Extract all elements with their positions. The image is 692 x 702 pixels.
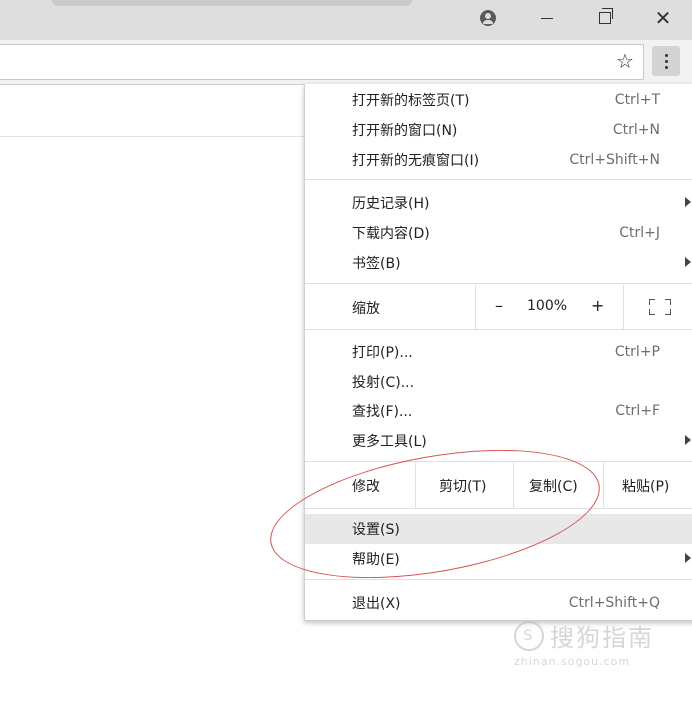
minimize-button[interactable] — [524, 0, 570, 36]
paste-button[interactable]: 粘贴(P) — [622, 476, 669, 496]
browser-toolbar: ☆ — [0, 40, 692, 85]
menu-item-downloads[interactable]: 下载内容(D) Ctrl+J — [305, 218, 692, 248]
menu-item-label: 打开新的窗口(N) — [352, 123, 458, 139]
zoom-row: 缩放 – 100% + — [305, 285, 692, 329]
menu-separator — [305, 179, 692, 180]
zoom-label: 缩放 — [352, 301, 380, 317]
menu-item-print[interactable]: 打印(P)... Ctrl+P — [305, 337, 692, 367]
menu-item-more-tools[interactable]: 更多工具(L) — [305, 426, 692, 456]
menu-item-shortcut: Ctrl+N — [612, 122, 660, 138]
address-bar[interactable] — [0, 44, 644, 80]
menu-item-shortcut: Ctrl+T — [614, 92, 660, 108]
zoom-in-button[interactable]: + — [591, 296, 604, 315]
menu-item-exit[interactable]: 退出(X) Ctrl+Shift+Q — [305, 588, 692, 618]
cut-button[interactable]: 剪切(T) — [439, 476, 486, 496]
copy-button[interactable]: 复制(C) — [529, 476, 578, 496]
menu-item-label: 帮助(E) — [352, 552, 400, 568]
menu-item-cast[interactable]: 投射(C)... — [305, 367, 692, 397]
menu-item-new-incognito-window[interactable]: 打开新的无痕窗口(I) Ctrl+Shift+N — [305, 145, 692, 175]
restore-icon — [599, 8, 613, 24]
edit-label: 修改 — [352, 479, 380, 495]
menu-item-new-window[interactable]: 打开新的窗口(N) Ctrl+N — [305, 115, 692, 145]
menu-item-label: 投射(C)... — [352, 375, 415, 391]
menu-item-label: 打印(P)... — [352, 345, 413, 361]
menu-item-shortcut: Ctrl+Shift+Q — [568, 595, 660, 611]
watermark-url: zhinan.sogou.com — [514, 655, 631, 668]
edit-row: 修改 剪切(T) 复制(C) 粘贴(P) — [305, 462, 692, 508]
profile-button[interactable] — [465, 0, 511, 36]
bookmark-star-button[interactable]: ☆ — [612, 48, 638, 74]
menu-item-label: 下载内容(D) — [352, 226, 430, 242]
close-icon: ✕ — [654, 6, 672, 30]
menu-item-shortcut: Ctrl+P — [614, 344, 660, 360]
menu-item-settings[interactable]: 设置(S) — [305, 514, 692, 544]
zoom-out-button[interactable]: – — [495, 296, 503, 315]
menu-item-label: 退出(X) — [352, 596, 401, 612]
menu-item-bookmarks[interactable]: 书签(B) — [305, 248, 692, 278]
page-divider — [0, 136, 320, 137]
menu-separator — [305, 329, 692, 330]
submenu-arrow-icon — [685, 197, 691, 207]
menu-item-label: 打开新的无痕窗口(I) — [352, 153, 480, 169]
profile-icon — [480, 10, 496, 26]
menu-item-label: 打开新的标签页(T) — [352, 93, 470, 109]
menu-item-history[interactable]: 历史记录(H) — [305, 188, 692, 218]
menu-item-label: 历史记录(H) — [352, 196, 430, 212]
watermark: S 搜狗指南 zhinan.sogou.com — [514, 618, 654, 668]
submenu-arrow-icon — [685, 553, 691, 563]
menu-item-shortcut: Ctrl+F — [615, 403, 660, 419]
menu-item-label: 书签(B) — [352, 256, 401, 272]
zoom-level: 100% — [527, 298, 568, 314]
menu-separator — [305, 579, 692, 580]
close-button[interactable]: ✕ — [640, 0, 686, 36]
star-icon: ☆ — [616, 49, 634, 73]
submenu-arrow-icon — [685, 435, 691, 445]
menu-item-find[interactable]: 查找(F)... Ctrl+F — [305, 396, 692, 426]
menu-item-label: 查找(F)... — [352, 404, 413, 420]
menu-item-new-tab[interactable]: 打开新的标签页(T) Ctrl+T — [305, 85, 692, 115]
menu-item-label: 更多工具(L) — [352, 434, 427, 450]
restore-button[interactable] — [582, 0, 628, 36]
sogou-logo-icon: S — [514, 620, 544, 651]
more-vert-icon — [664, 53, 668, 57]
chrome-main-menu: 打开新的标签页(T) Ctrl+T 打开新的窗口(N) Ctrl+N 打开新的无… — [304, 84, 692, 621]
menu-item-help[interactable]: 帮助(E) — [305, 544, 692, 574]
menu-separator — [305, 508, 692, 509]
fullscreen-icon[interactable] — [649, 299, 671, 315]
watermark-text: 搜狗指南 — [550, 624, 654, 652]
submenu-arrow-icon — [685, 257, 691, 267]
menu-item-label: 设置(S) — [352, 522, 400, 538]
menu-item-shortcut: Ctrl+Shift+N — [569, 152, 660, 168]
title-bar: ✕ — [0, 0, 692, 40]
minimize-icon — [541, 17, 553, 19]
tab-strip — [52, 0, 412, 6]
menu-item-shortcut: Ctrl+J — [619, 225, 660, 241]
menu-button[interactable] — [652, 46, 680, 76]
menu-separator — [305, 283, 692, 284]
